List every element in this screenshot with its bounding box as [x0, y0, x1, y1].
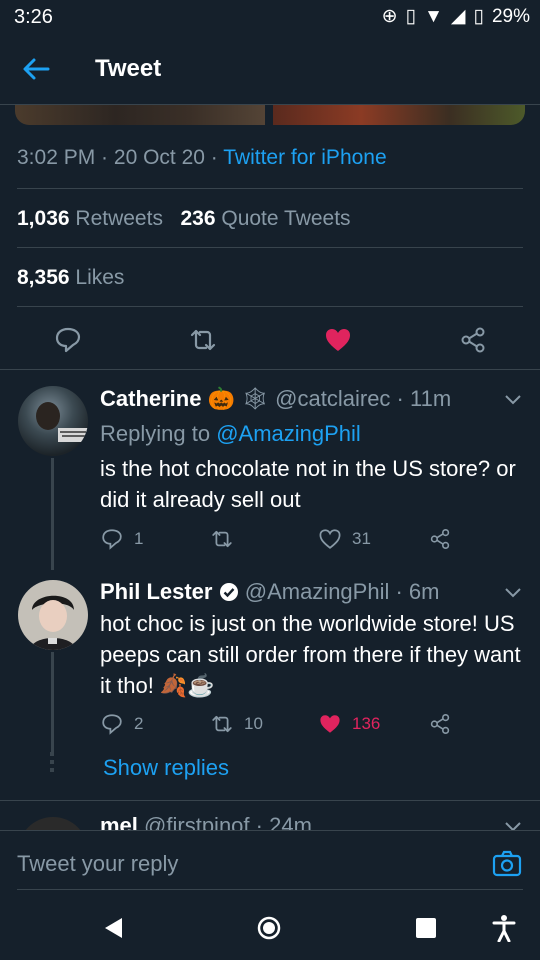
- reply-text: hot choc is just on the worldwide store!…: [100, 611, 521, 698]
- chevron-down-icon[interactable]: [504, 587, 522, 599]
- like-heart-icon[interactable]: [323, 325, 353, 355]
- share-action[interactable]: [428, 712, 452, 736]
- back-arrow-icon[interactable]: [20, 54, 52, 84]
- tweet-timestamp: 3:02 PM · 20 Oct 20 · Twitter for iPhone: [17, 146, 387, 169]
- heart-filled-icon: [320, 715, 340, 733]
- author-name[interactable]: Catherine: [100, 386, 201, 411]
- avatar[interactable]: [18, 817, 88, 830]
- signal-icon: ◢: [450, 6, 466, 27]
- divider: [17, 247, 523, 248]
- chevron-down-icon[interactable]: [504, 821, 522, 830]
- wifi-icon: ▼: [424, 5, 443, 27]
- likes-stats[interactable]: 8,356 Likes: [17, 266, 124, 290]
- like-action[interactable]: 136: [318, 712, 380, 736]
- retweet-icon: [212, 530, 232, 548]
- share-icon: [430, 529, 450, 549]
- reply-header: Catherine 🎃 🕸 @catclairec · 11m: [100, 386, 452, 411]
- reply-icon: [102, 529, 122, 550]
- share-icon[interactable]: [458, 325, 488, 355]
- page-title: Tweet: [95, 55, 162, 82]
- nav-recents-icon[interactable]: [415, 917, 437, 939]
- reply-header: Phil Lester @AmazingPhil · 6m: [100, 579, 440, 604]
- replying-to: Replying to @AmazingPhil: [100, 421, 361, 446]
- heart-outline-icon: [319, 529, 341, 549]
- reply-action[interactable]: 1: [100, 527, 143, 551]
- avatar-photo: [30, 595, 76, 650]
- top-app-bar: Tweet: [0, 34, 540, 104]
- retweet-action[interactable]: 10: [210, 712, 263, 736]
- media-image-right[interactable]: [273, 105, 525, 125]
- author-handle[interactable]: @firstpinof: [144, 813, 249, 830]
- status-icons: ⊕ ▯ ▼ ◢ ▯ 29%: [382, 5, 530, 28]
- reply-action[interactable]: 2: [100, 712, 143, 736]
- author-name[interactable]: mel: [100, 813, 138, 830]
- retweet-action[interactable]: [210, 527, 244, 551]
- retweet-icon[interactable]: [188, 325, 218, 355]
- avatar[interactable]: [18, 386, 88, 456]
- share-action[interactable]: [428, 527, 452, 551]
- tweet-media[interactable]: [15, 105, 525, 125]
- thread-dots: [50, 752, 54, 776]
- media-image-left[interactable]: [15, 105, 265, 125]
- thread-line: [51, 458, 54, 570]
- reply-tweet[interactable]: mel @firstpinof · 24m: [0, 801, 540, 830]
- reply-composer: Tweet your reply: [0, 830, 540, 895]
- reply-actions: 2 10 136: [100, 712, 460, 742]
- name-emoji: 🎃 🕸: [207, 386, 270, 411]
- reply-time: 6m: [408, 579, 440, 604]
- retweet-stats[interactable]: 1,036 Retweets 236 Quote Tweets: [17, 207, 351, 231]
- avatar[interactable]: [18, 580, 88, 650]
- reply-icon[interactable]: [53, 325, 83, 355]
- like-action[interactable]: 31: [318, 527, 371, 551]
- battery-icon: ▯: [473, 6, 484, 27]
- verified-badge-icon: [219, 583, 238, 601]
- divider: [17, 306, 523, 307]
- tweet-source-link[interactable]: Twitter for iPhone: [223, 146, 386, 169]
- reply-tweet[interactable]: Catherine 🎃 🕸 @catclairec · 11m Replying…: [0, 370, 540, 570]
- tweet-actions: [0, 320, 540, 360]
- retweet-icon: [212, 715, 232, 733]
- reply-input[interactable]: Tweet your reply: [17, 851, 178, 877]
- reply-tweet[interactable]: Phil Lester @AmazingPhil · 6m hot choc i…: [0, 570, 540, 800]
- accessibility-icon[interactable]: [492, 914, 516, 942]
- battery-percent: 29%: [491, 5, 530, 27]
- nav-back-icon[interactable]: [102, 916, 124, 940]
- data-saver-icon: ⊕: [381, 6, 398, 27]
- camera-icon[interactable]: [492, 849, 522, 879]
- mention-link[interactable]: @AmazingPhil: [216, 421, 361, 446]
- chevron-down-icon[interactable]: [504, 394, 522, 406]
- status-bar: 3:26 ⊕ ▯ ▼ ◢ ▯ 29%: [0, 0, 540, 34]
- author-name[interactable]: Phil Lester: [100, 579, 212, 604]
- show-replies-link[interactable]: Show replies: [103, 755, 229, 781]
- reply-text: is the hot chocolate not in the US store…: [100, 456, 516, 512]
- status-time: 3:26: [14, 6, 53, 28]
- divider: [17, 188, 523, 189]
- share-icon: [430, 714, 450, 734]
- reply-icon: [102, 714, 122, 735]
- reply-time: 11m: [410, 386, 452, 411]
- vibrate-icon: ▯: [405, 6, 417, 27]
- author-handle[interactable]: @AmazingPhil: [245, 579, 390, 604]
- thread-line: [51, 652, 54, 752]
- reply-header: mel @firstpinof · 24m: [100, 813, 312, 830]
- nav-home-icon[interactable]: [257, 916, 281, 940]
- system-nav-bar: [0, 894, 540, 960]
- reply-actions: 1 31: [100, 527, 460, 557]
- author-handle[interactable]: @catclairec: [275, 386, 390, 411]
- avatar-photo: [36, 402, 88, 442]
- reply-time: 24m: [269, 813, 312, 830]
- composer-underline: [17, 889, 523, 890]
